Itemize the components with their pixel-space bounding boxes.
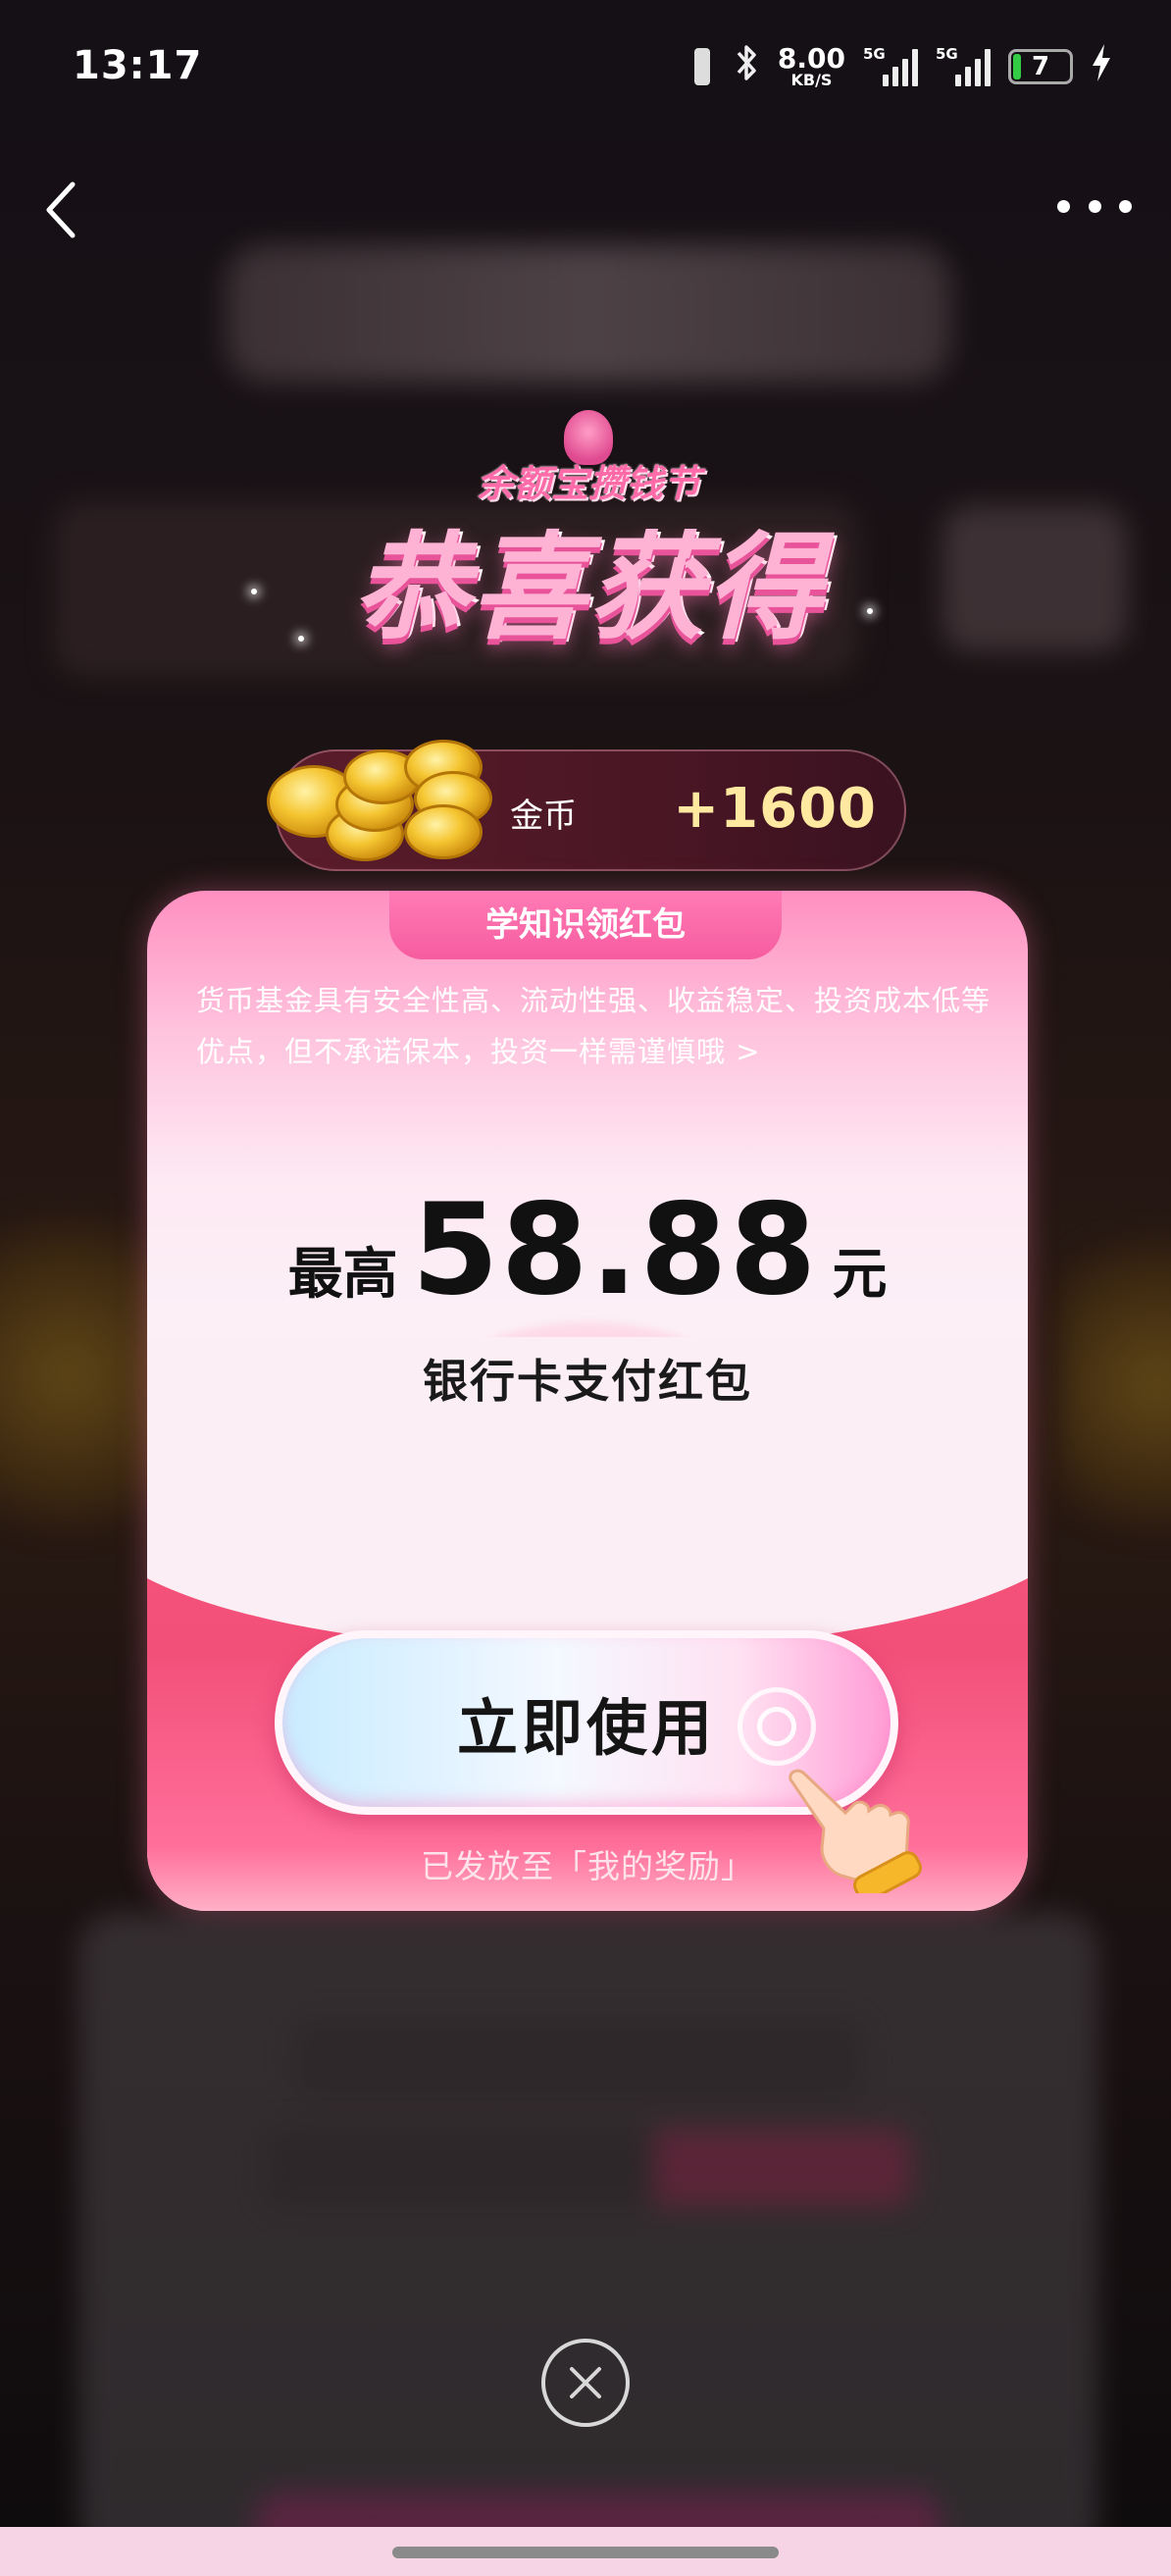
red-packet-type: 银行卡支付红包 xyxy=(423,1355,752,1408)
status-icons: 8.00 KB/S 5G 5G 7 xyxy=(687,39,1112,94)
battery-level: 7 xyxy=(1031,52,1050,81)
bg-title-blur xyxy=(226,245,951,383)
max-amount: 最高 58.88 元 xyxy=(147,1177,1028,1323)
chevron-left-icon xyxy=(46,181,76,238)
more-horizontal-icon xyxy=(1057,199,1070,213)
back-button[interactable] xyxy=(39,177,88,245)
mascot-icon xyxy=(564,410,613,465)
fund-description-link[interactable]: 货币基金具有安全性高、流动性强、收益稳定、投资成本低等优点，但不承诺保本，投资一… xyxy=(196,975,1000,1077)
coin-amount: +1600 xyxy=(673,777,877,841)
network-speed-value: 8.00 xyxy=(777,42,845,75)
use-now-label: 立即使用 xyxy=(456,1692,716,1764)
bg-bottom-text xyxy=(294,2021,863,2099)
network-speed: 8.00 KB/S xyxy=(778,45,845,88)
bg-gold-right xyxy=(1059,1216,1171,1550)
status-time: 13:17 xyxy=(73,43,203,88)
battery-icon: 7 xyxy=(1008,49,1073,84)
signal-label: 5G xyxy=(936,45,958,63)
network-speed-unit: KB/S xyxy=(790,71,833,89)
sparkle-decoration xyxy=(251,589,257,594)
reward-location-note: 已发放至「我的奖励」 xyxy=(421,1847,754,1885)
amount-prefix: 最高 xyxy=(287,1243,398,1307)
bg-bottom-text xyxy=(265,2129,912,2207)
close-icon xyxy=(570,2367,601,2398)
bg-button-blur xyxy=(942,505,1128,652)
bluetooth-icon xyxy=(735,43,760,91)
brand-logo: 余额宝攒钱节 xyxy=(461,410,716,505)
congrats-title: 恭喜获得 xyxy=(352,520,824,655)
more-button[interactable] xyxy=(1057,186,1132,226)
vibrate-icon xyxy=(687,46,717,87)
signal-icon: 5G xyxy=(863,45,918,86)
signal-label: 5G xyxy=(863,45,886,63)
status-bar: 13:17 8.00 KB/S 5G 5G 7 xyxy=(0,0,1171,137)
signal-icon: 5G xyxy=(936,45,991,86)
home-indicator[interactable] xyxy=(392,2547,779,2558)
amount-value: 58.88 xyxy=(411,1177,819,1323)
tap-ripple-icon xyxy=(738,1687,816,1766)
close-button[interactable] xyxy=(541,2339,630,2427)
charging-icon xyxy=(1091,43,1112,90)
card-tab-label: 学知识领红包 xyxy=(389,891,782,959)
bg-bottom-card xyxy=(78,1913,1098,2560)
gold-coins-icon xyxy=(257,728,497,875)
sparkle-decoration xyxy=(298,636,304,642)
coin-label: 金币 xyxy=(510,797,577,836)
sparkle-decoration xyxy=(867,608,873,614)
amount-unit: 元 xyxy=(832,1243,888,1307)
